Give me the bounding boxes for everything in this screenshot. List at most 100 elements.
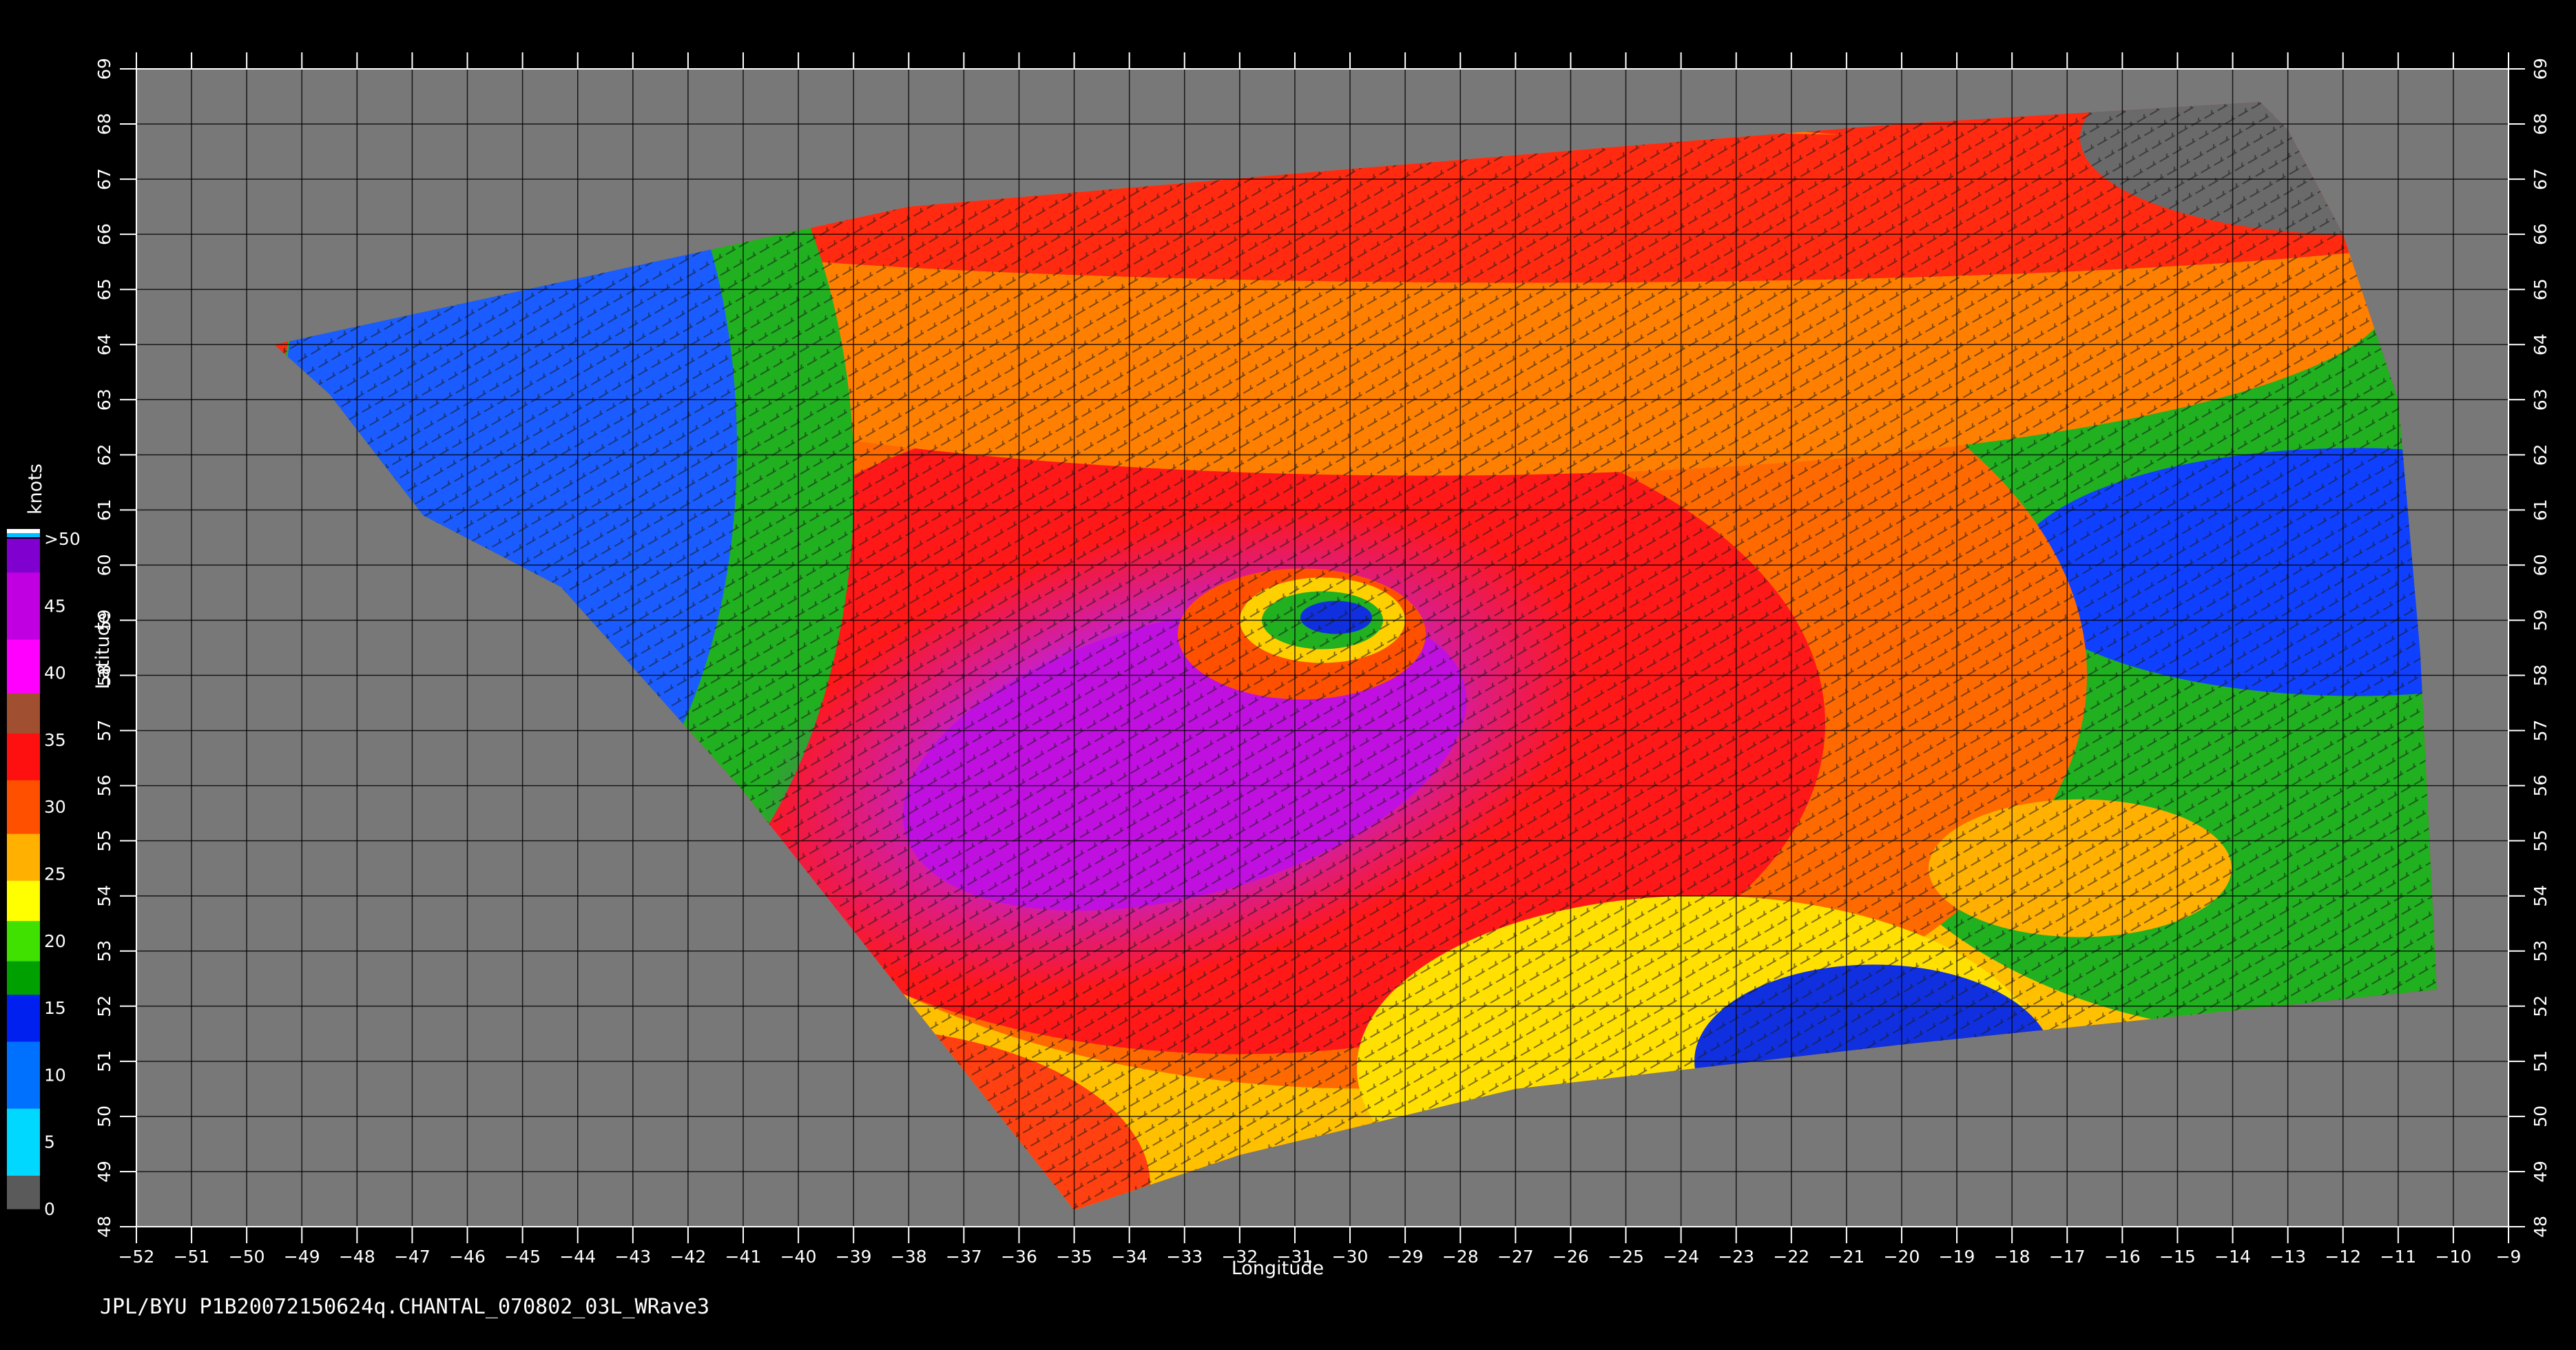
lat-tick-label: 62 [2531,444,2551,466]
lat-tick-label: 64 [2531,333,2551,355]
lat-tick-label: 68 [2531,113,2551,135]
colorbar-segment [7,748,40,754]
colorbar-segment [7,588,40,598]
colorbar-segment [7,1058,40,1067]
lon-tick-label: −11 [2380,1247,2416,1267]
colorbar-segment [7,885,40,891]
colorbar-segment [7,890,40,896]
colorbar-segment [7,1175,40,1185]
lat-tick-label: 63 [2531,388,2551,411]
colorbar-segment [7,1133,40,1143]
colorbar-title: knots [25,464,46,515]
colorbar-segment [7,981,40,985]
lon-tick-label: −28 [1442,1247,1479,1267]
colorbar-segment [7,547,40,556]
lon-tick-label: −43 [614,1247,651,1267]
colorbar-tick-label: 20 [44,931,66,951]
colorbar-segment [7,1200,40,1209]
lat-tick-label: 61 [94,499,114,521]
colorbar-segment [7,614,40,623]
colorbar-tick-label: 35 [44,730,66,750]
colorbar-segment [7,820,40,827]
colorbar-segment [7,605,40,615]
colorbar-segment [7,895,40,902]
lat-tick-label: 61 [2531,499,2551,521]
colorbar-segment [7,1125,40,1134]
lon-tick-label: −16 [2104,1247,2141,1267]
colorbar-segment [7,935,40,942]
colorbar-segment [7,865,40,871]
colorbar-tick-label: 0 [44,1199,55,1219]
lat-tick-label: 60 [94,554,114,577]
lon-tick-label: −46 [449,1247,486,1267]
colorbar-segment [7,1024,40,1034]
lat-tick-label: 52 [94,995,114,1017]
wind-speed-map: −52 −51 −50 −49 −48 −47 −46 −45 −44 −43 −42 −41 −40−… [7,52,2551,1279]
lon-tick-label: −38 [891,1247,927,1267]
colorbar-segment [7,555,40,565]
lon-tick-label: −49 [284,1247,320,1267]
colorbar-segment [7,787,40,794]
colorbar-segment [7,753,40,760]
colorbar-segment [7,984,40,988]
lat-tick-label: 54 [2531,885,2551,907]
colorbar-segment [7,911,40,916]
lon-tick-label: −26 [1552,1247,1589,1267]
colorbar-segment [7,880,40,886]
lon-tick-label: −25 [1608,1247,1644,1267]
colorbar-segment [7,687,40,694]
colorbar-segment [7,707,40,714]
colorbar-tick-label: 45 [44,596,66,616]
lat-tick-label: 59 [2531,610,2551,632]
lat-tick-label: 63 [94,388,114,411]
lon-tick-label: −42 [670,1247,707,1267]
colorbar-segment [7,997,40,1001]
colorbar-segment [7,860,40,866]
colorbar-segment [7,1099,40,1109]
colorbar-segment [7,773,40,780]
lon-tick-label: −52 [118,1247,155,1267]
lon-tick-label: −27 [1497,1247,1534,1267]
colorbar-segment [7,712,40,718]
colorbar-segment [7,742,40,749]
lon-tick-label: −14 [2214,1247,2251,1267]
colorbar-segment [7,960,40,966]
colorbar-segment [7,703,40,709]
colorbar-segment [7,692,40,698]
colorbar-segment [7,664,40,674]
colorbar-tick-label: >50 [44,529,81,549]
lat-tick-label: 53 [94,940,114,962]
colorbar-segment [7,647,40,656]
colorbar-segment [7,833,40,841]
lat-tick-label: 69 [2531,58,2551,80]
lat-tick-label: 57 [2531,720,2551,742]
lat-tick-label: 66 [94,223,114,245]
y-axis-title: Latitude [92,612,114,689]
colorbar-segment [7,1150,40,1159]
colorbar-segment [7,1074,40,1084]
lat-tick-label: 49 [2531,1161,2551,1183]
lon-tick-label: −45 [504,1247,541,1267]
lon-tick-label: −50 [229,1247,265,1267]
colorbar-segment [7,915,40,922]
lon-tick-label: −15 [2159,1247,2196,1267]
colorbar-segment [7,931,40,937]
colorbar-segment [7,1091,40,1101]
lon-tick-label: −48 [339,1247,375,1267]
lat-tick-label: 66 [2531,223,2551,245]
colorbar-segment [7,920,40,926]
lon-tick-label: −12 [2325,1247,2361,1267]
colorbar-segment [7,987,40,992]
colorbar-segment [7,870,40,876]
lon-tick-label: −39 [835,1247,872,1267]
lon-tick-label: −19 [1939,1247,1975,1267]
colorbar-segment [7,925,40,931]
lat-tick-label: 51 [94,1050,114,1072]
colorbar-tick-label: 15 [44,998,66,1018]
lat-tick-label: 48 [94,1216,114,1238]
lat-tick-label: 64 [94,333,114,355]
colorbar-segment [7,597,40,606]
colorbar-segment [7,940,40,946]
lat-tick-label: 56 [2531,775,2551,797]
colorbar-tick-label: 40 [44,663,66,683]
